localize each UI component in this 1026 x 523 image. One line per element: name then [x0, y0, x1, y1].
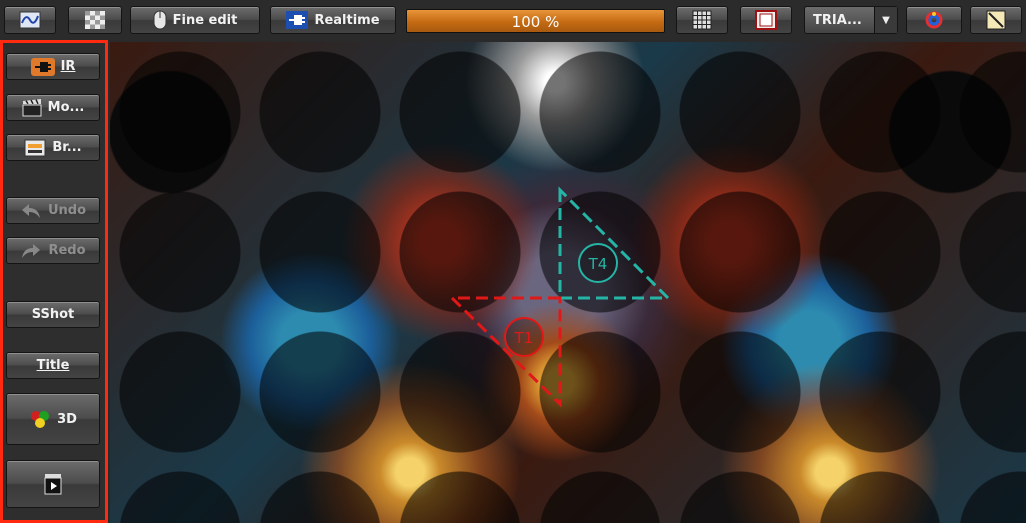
play-movie-button[interactable]	[6, 460, 100, 508]
palette-icon	[925, 11, 943, 29]
top-toolbar: Fine edit Realtime 100 % TRIA... ▼	[0, 0, 1026, 40]
curve-button[interactable]	[4, 6, 56, 34]
left-sidebar: IR Mo... Br... Undo Redo SShot Title 3D	[0, 40, 108, 523]
three-d-button[interactable]: 3D	[6, 393, 100, 445]
progress-bar: 100 %	[406, 9, 665, 33]
redo-button[interactable]: Redo	[6, 237, 100, 264]
grid-button[interactable]	[676, 6, 728, 34]
palette-button[interactable]	[906, 6, 962, 34]
fractal-canvas[interactable]: T4 T1	[110, 42, 1026, 523]
transparency-button[interactable]	[68, 6, 122, 34]
browse-button[interactable]: Br...	[6, 134, 100, 161]
progress-text: 100 %	[511, 13, 560, 31]
frame-icon	[755, 10, 777, 30]
curve-icon	[19, 11, 41, 29]
ir-icon	[30, 57, 55, 76]
redo-arrow-icon	[22, 243, 41, 258]
movie-button[interactable]: Mo...	[6, 94, 100, 121]
chevron-down-icon[interactable]: ▼	[874, 7, 897, 33]
triangle-t1-label: T1	[514, 329, 534, 347]
browse-icon	[24, 139, 46, 156]
ir-button[interactable]: IR	[6, 53, 100, 80]
undo-button[interactable]: Undo	[6, 197, 100, 224]
fine-edit-button[interactable]: Fine edit	[130, 6, 260, 34]
redo-label: Redo	[48, 243, 86, 258]
triangle-t1[interactable]	[448, 296, 562, 408]
preset-dropdown[interactable]: TRIA... ▼	[804, 6, 898, 34]
mouse-icon	[153, 10, 167, 30]
triangle-t4[interactable]	[558, 186, 672, 300]
rgb-spheres-icon	[31, 411, 50, 428]
browse-label: Br...	[52, 140, 82, 155]
triangle-t4-label: T4	[588, 255, 608, 273]
realtime-label: Realtime	[314, 12, 380, 28]
title-label: Title	[36, 358, 70, 373]
ir-label: IR	[60, 59, 76, 74]
dropdown-value: TRIA...	[813, 12, 862, 28]
frame-button[interactable]	[740, 6, 792, 34]
undo-arrow-icon	[21, 203, 40, 218]
grid-icon	[692, 10, 712, 30]
plug-icon	[286, 11, 309, 29]
three-d-label: 3D	[57, 411, 77, 427]
sshot-button[interactable]: SShot	[6, 301, 100, 328]
undo-label: Undo	[47, 203, 87, 218]
checker-icon	[85, 11, 105, 29]
sshot-label: SShot	[31, 307, 75, 322]
gradient-icon	[986, 10, 1006, 30]
gradient-button[interactable]	[970, 6, 1022, 34]
realtime-button[interactable]: Realtime	[270, 6, 396, 34]
film-play-icon	[44, 474, 62, 495]
title-button[interactable]: Title	[6, 352, 100, 379]
triangle-overlay: T4 T1	[448, 186, 672, 408]
movie-label: Mo...	[47, 100, 85, 115]
clapper-icon	[22, 98, 42, 116]
fine-edit-label: Fine edit	[172, 12, 238, 28]
